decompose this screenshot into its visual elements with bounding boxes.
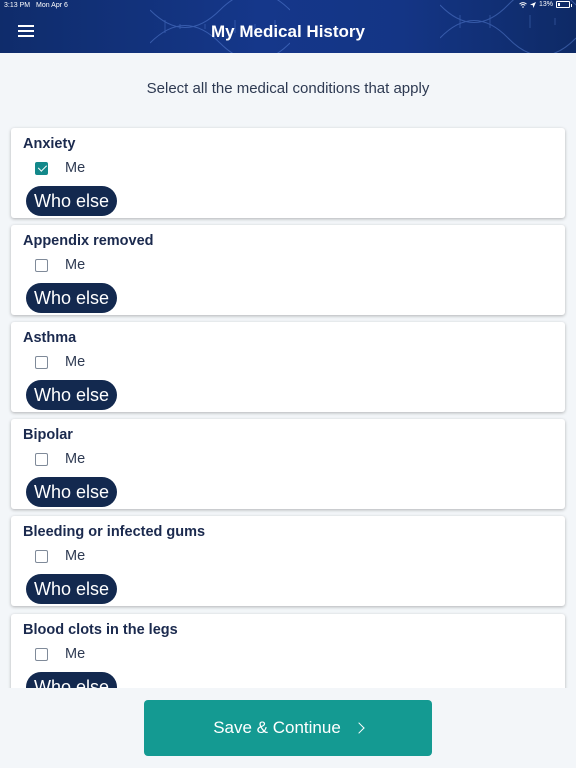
me-checkbox[interactable]: [35, 258, 48, 272]
who-else-button[interactable]: Who else: [26, 186, 118, 216]
me-checkbox[interactable]: [35, 161, 48, 175]
me-option[interactable]: Me: [35, 548, 85, 564]
me-option[interactable]: Me: [35, 257, 85, 273]
me-label[interactable]: Me: [65, 646, 85, 662]
me-option[interactable]: Me: [35, 160, 85, 176]
wifi-icon: [519, 1, 527, 8]
condition-name: Anxiety: [23, 136, 76, 152]
me-label[interactable]: Me: [65, 354, 85, 370]
condition-name: Appendix removed: [23, 233, 154, 249]
me-checkbox[interactable]: [35, 355, 48, 369]
who-else-button[interactable]: Who else: [26, 672, 118, 688]
conditions-list[interactable]: Select all the medical conditions that a…: [0, 53, 576, 688]
condition-card-bipolar: Bipolar Me Who else: [11, 419, 565, 509]
condition-name: Asthma: [23, 330, 77, 346]
who-else-button[interactable]: Who else: [26, 574, 118, 604]
condition-card-bleeding-gums: Bleeding or infected gums Me Who else: [11, 516, 565, 606]
location-arrow-icon: [529, 1, 536, 8]
who-else-button[interactable]: Who else: [26, 380, 118, 410]
me-checkbox[interactable]: [35, 549, 48, 563]
footer-bar: Save & Continue: [0, 688, 576, 768]
condition-name: Blood clots in the legs: [23, 622, 178, 638]
status-indicators: 13%: [519, 1, 572, 8]
condition-card-anxiety: Anxiety Me Who else: [11, 128, 565, 218]
me-label[interactable]: Me: [65, 548, 85, 564]
me-checkbox[interactable]: [35, 452, 48, 466]
me-option[interactable]: Me: [35, 646, 85, 662]
battery-percent: 13%: [538, 1, 553, 8]
me-option[interactable]: Me: [35, 451, 85, 467]
app-header: 3:13 PM Mon Apr 6 13% My Medical History: [0, 0, 576, 53]
condition-name: Bipolar: [23, 427, 73, 443]
condition-card-asthma: Asthma Me Who else: [11, 322, 565, 412]
save-continue-button[interactable]: Save & Continue: [144, 700, 432, 756]
chevron-right-icon: [353, 722, 365, 734]
status-date: Mon Apr 6: [36, 2, 68, 9]
save-continue-label: Save & Continue: [213, 718, 341, 737]
me-checkbox[interactable]: [35, 647, 48, 661]
page-title: My Medical History: [211, 22, 365, 41]
condition-name: Bleeding or infected gums: [23, 524, 206, 540]
instructions-text: Select all the medical conditions that a…: [146, 80, 430, 97]
battery-icon: [556, 1, 572, 8]
me-label[interactable]: Me: [65, 451, 85, 467]
me-label[interactable]: Me: [65, 257, 85, 273]
me-label[interactable]: Me: [65, 160, 85, 176]
me-option[interactable]: Me: [35, 354, 85, 370]
condition-card-blood-clots: Blood clots in the legs Me Who else: [11, 614, 565, 688]
status-bar: 3:13 PM Mon Apr 6 13%: [0, 0, 576, 12]
status-time: 3:13 PM: [4, 2, 31, 9]
who-else-button[interactable]: Who else: [26, 283, 118, 313]
condition-card-appendix-removed: Appendix removed Me Who else: [11, 225, 565, 315]
who-else-button[interactable]: Who else: [26, 477, 118, 507]
